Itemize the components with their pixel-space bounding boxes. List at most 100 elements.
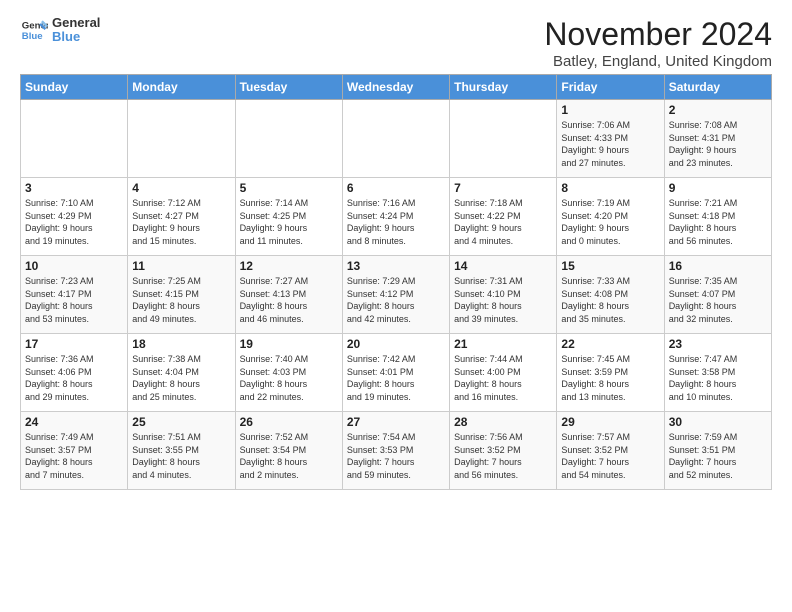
day-info: Sunrise: 7:40 AM Sunset: 4:03 PM Dayligh… (240, 353, 338, 403)
day-number: 3 (25, 181, 123, 195)
calendar-cell: 20Sunrise: 7:42 AM Sunset: 4:01 PM Dayli… (342, 334, 449, 412)
day-info: Sunrise: 7:36 AM Sunset: 4:06 PM Dayligh… (25, 353, 123, 403)
day-number: 12 (240, 259, 338, 273)
day-info: Sunrise: 7:10 AM Sunset: 4:29 PM Dayligh… (25, 197, 123, 247)
calendar-cell: 7 Sunrise: 7:18 AM Sunset: 4:22 PM Daylig… (450, 178, 557, 256)
calendar-cell: 26 Sunrise: 7:52 AM Sunset: 3:54 PM Dayli… (235, 412, 342, 490)
day-info: Sunrise: 7:06 AM Sunset: 4:33 PM Dayligh… (561, 119, 659, 169)
weekday-header: Sunday (21, 75, 128, 100)
day-info: Sunrise: 7:47 AM Sunset: 3:58 PM Dayligh… (669, 353, 767, 403)
day-info: Sunrise: 7:31 AM Sunset: 4:10 PM Dayligh… (454, 275, 552, 325)
calendar-cell (235, 100, 342, 178)
day-info: Sunrise: 7:14 AM Sunset: 4:25 PM Dayligh… (240, 197, 338, 247)
day-info: Sunrise: 7:35 AM Sunset: 4:07 PM Dayligh… (669, 275, 767, 325)
calendar-week-row: 17 Sunrise: 7:36 AM Sunset: 4:06 PM Dayli… (21, 334, 772, 412)
logo: General Blue General Blue (20, 16, 100, 45)
day-number: 9 (669, 181, 767, 195)
calendar-cell (21, 100, 128, 178)
calendar-cell: 24 Sunrise: 7:49 AM Sunset: 3:57 PM Dayli… (21, 412, 128, 490)
calendar-cell: 12 Sunrise: 7:27 AM Sunset: 4:13 PM Dayli… (235, 256, 342, 334)
day-info: Sunrise: 7:42 AM Sunset: 4:01 PM Dayligh… (347, 353, 445, 403)
calendar-cell: 27 Sunrise: 7:54 AM Sunset: 3:53 PM Dayli… (342, 412, 449, 490)
day-info: Sunrise: 7:54 AM Sunset: 3:53 PM Dayligh… (347, 431, 445, 481)
day-info: Sunrise: 7:52 AM Sunset: 3:54 PM Dayligh… (240, 431, 338, 481)
calendar-cell: 19Sunrise: 7:40 AM Sunset: 4:03 PM Dayli… (235, 334, 342, 412)
day-number: 27 (347, 415, 445, 429)
day-info: Sunrise: 7:27 AM Sunset: 4:13 PM Dayligh… (240, 275, 338, 325)
calendar-cell: 4Sunrise: 7:12 AM Sunset: 4:27 PM Daylig… (128, 178, 235, 256)
day-number: 28 (454, 415, 552, 429)
day-number: 21 (454, 337, 552, 351)
calendar-week-row: 1 Sunrise: 7:06 AM Sunset: 4:33 PM Daylig… (21, 100, 772, 178)
day-number: 18 (132, 337, 230, 351)
calendar-cell: 22Sunrise: 7:45 AM Sunset: 3:59 PM Dayli… (557, 334, 664, 412)
day-number: 8 (561, 181, 659, 195)
calendar-cell: 16Sunrise: 7:35 AM Sunset: 4:07 PM Dayli… (664, 256, 771, 334)
logo-icon: General Blue (20, 16, 48, 44)
day-info: Sunrise: 7:18 AM Sunset: 4:22 PM Dayligh… (454, 197, 552, 247)
calendar-cell: 30Sunrise: 7:59 AM Sunset: 3:51 PM Dayli… (664, 412, 771, 490)
day-number: 5 (240, 181, 338, 195)
calendar-cell (450, 100, 557, 178)
calendar-cell: 13 Sunrise: 7:29 AM Sunset: 4:12 PM Dayli… (342, 256, 449, 334)
day-info: Sunrise: 7:49 AM Sunset: 3:57 PM Dayligh… (25, 431, 123, 481)
day-number: 26 (240, 415, 338, 429)
day-info: Sunrise: 7:59 AM Sunset: 3:51 PM Dayligh… (669, 431, 767, 481)
calendar-cell: 25 Sunrise: 7:51 AM Sunset: 3:55 PM Dayli… (128, 412, 235, 490)
day-info: Sunrise: 7:51 AM Sunset: 3:55 PM Dayligh… (132, 431, 230, 481)
day-number: 24 (25, 415, 123, 429)
calendar-cell: 3 Sunrise: 7:10 AM Sunset: 4:29 PM Daylig… (21, 178, 128, 256)
day-info: Sunrise: 7:38 AM Sunset: 4:04 PM Dayligh… (132, 353, 230, 403)
day-info: Sunrise: 7:19 AM Sunset: 4:20 PM Dayligh… (561, 197, 659, 247)
calendar-cell (128, 100, 235, 178)
calendar-table: SundayMondayTuesdayWednesdayThursdayFrid… (20, 74, 772, 490)
svg-text:Blue: Blue (22, 31, 43, 42)
calendar-cell: 23Sunrise: 7:47 AM Sunset: 3:58 PM Dayli… (664, 334, 771, 412)
calendar-cell: 2Sunrise: 7:08 AM Sunset: 4:31 PM Daylig… (664, 100, 771, 178)
day-number: 29 (561, 415, 659, 429)
day-info: Sunrise: 7:16 AM Sunset: 4:24 PM Dayligh… (347, 197, 445, 247)
calendar-cell: 5 Sunrise: 7:14 AM Sunset: 4:25 PM Daylig… (235, 178, 342, 256)
page-container: General Blue General Blue November 2024 … (0, 0, 792, 500)
day-number: 25 (132, 415, 230, 429)
location: Batley, England, United Kingdom (544, 53, 772, 70)
day-info: Sunrise: 7:21 AM Sunset: 4:18 PM Dayligh… (669, 197, 767, 247)
day-number: 17 (25, 337, 123, 351)
weekday-header: Thursday (450, 75, 557, 100)
weekday-header: Saturday (664, 75, 771, 100)
day-info: Sunrise: 7:56 AM Sunset: 3:52 PM Dayligh… (454, 431, 552, 481)
day-info: Sunrise: 7:44 AM Sunset: 4:00 PM Dayligh… (454, 353, 552, 403)
calendar-cell: 18 Sunrise: 7:38 AM Sunset: 4:04 PM Dayli… (128, 334, 235, 412)
day-number: 1 (561, 103, 659, 117)
calendar-cell: 9 Sunrise: 7:21 AM Sunset: 4:18 PM Daylig… (664, 178, 771, 256)
title-block: November 2024 Batley, England, United Ki… (544, 16, 772, 70)
calendar-cell: 11 Sunrise: 7:25 AM Sunset: 4:15 PM Dayli… (128, 256, 235, 334)
weekday-header: Monday (128, 75, 235, 100)
weekday-header-row: SundayMondayTuesdayWednesdayThursdayFrid… (21, 75, 772, 100)
day-number: 15 (561, 259, 659, 273)
day-info: Sunrise: 7:29 AM Sunset: 4:12 PM Dayligh… (347, 275, 445, 325)
logo-line2: Blue (52, 30, 100, 44)
day-info: Sunrise: 7:33 AM Sunset: 4:08 PM Dayligh… (561, 275, 659, 325)
day-number: 14 (454, 259, 552, 273)
weekday-header: Friday (557, 75, 664, 100)
day-number: 11 (132, 259, 230, 273)
day-info: Sunrise: 7:45 AM Sunset: 3:59 PM Dayligh… (561, 353, 659, 403)
calendar-cell: 6 Sunrise: 7:16 AM Sunset: 4:24 PM Daylig… (342, 178, 449, 256)
day-info: Sunrise: 7:08 AM Sunset: 4:31 PM Dayligh… (669, 119, 767, 169)
calendar-cell: 1 Sunrise: 7:06 AM Sunset: 4:33 PM Daylig… (557, 100, 664, 178)
day-number: 13 (347, 259, 445, 273)
calendar-cell: 28 Sunrise: 7:56 AM Sunset: 3:52 PM Dayli… (450, 412, 557, 490)
day-info: Sunrise: 7:25 AM Sunset: 4:15 PM Dayligh… (132, 275, 230, 325)
calendar-week-row: 3 Sunrise: 7:10 AM Sunset: 4:29 PM Daylig… (21, 178, 772, 256)
calendar-cell: 10Sunrise: 7:23 AM Sunset: 4:17 PM Dayli… (21, 256, 128, 334)
weekday-header: Wednesday (342, 75, 449, 100)
day-info: Sunrise: 7:12 AM Sunset: 4:27 PM Dayligh… (132, 197, 230, 247)
calendar-cell: 29Sunrise: 7:57 AM Sunset: 3:52 PM Dayli… (557, 412, 664, 490)
day-number: 7 (454, 181, 552, 195)
day-info: Sunrise: 7:23 AM Sunset: 4:17 PM Dayligh… (25, 275, 123, 325)
calendar-cell: 8 Sunrise: 7:19 AM Sunset: 4:20 PM Daylig… (557, 178, 664, 256)
calendar-week-row: 10Sunrise: 7:23 AM Sunset: 4:17 PM Dayli… (21, 256, 772, 334)
calendar-cell: 17 Sunrise: 7:36 AM Sunset: 4:06 PM Dayli… (21, 334, 128, 412)
day-number: 6 (347, 181, 445, 195)
